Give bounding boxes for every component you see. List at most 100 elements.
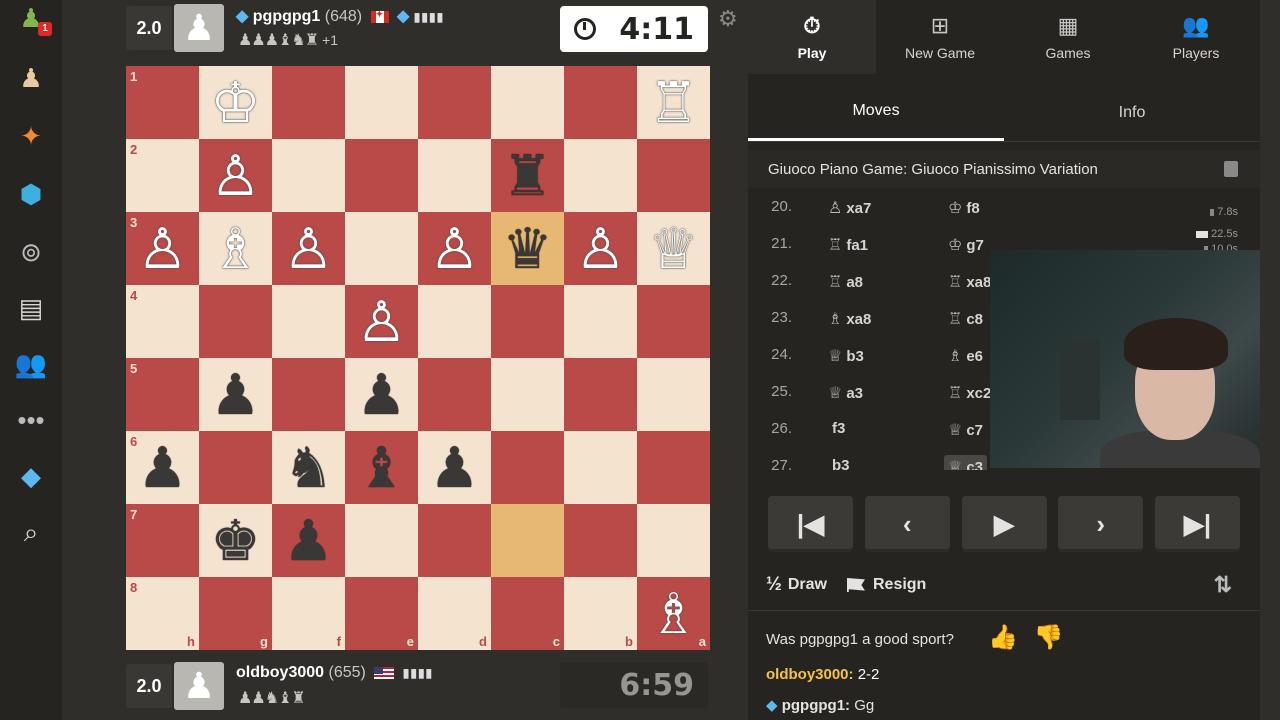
square-f3[interactable]: ♙: [272, 212, 345, 285]
square-g3[interactable]: ♗: [199, 212, 272, 285]
square-h4[interactable]: 4: [126, 285, 199, 358]
binoculars-icon[interactable]: ⊚: [13, 234, 49, 270]
square-e4[interactable]: ♙: [345, 285, 418, 358]
white-piece[interactable]: ♙: [575, 220, 625, 277]
lessons-cap-icon[interactable]: ⬢: [13, 176, 49, 212]
square-f6[interactable]: ♞: [272, 431, 345, 504]
hand-pawn-icon[interactable]: ♟: [13, 60, 49, 96]
square-a8[interactable]: a ♗: [637, 577, 710, 650]
square-g4[interactable]: [199, 285, 272, 358]
black-move[interactable]: ♔ f8: [948, 198, 980, 218]
previous-move-button[interactable]: ‹: [864, 496, 950, 552]
square-c5[interactable]: [491, 358, 564, 431]
more-icon[interactable]: •••: [13, 402, 49, 438]
square-b4[interactable]: [564, 285, 637, 358]
square-a1[interactable]: ♖: [637, 66, 710, 139]
square-g5[interactable]: ♟: [199, 358, 272, 431]
square-a3[interactable]: ♕: [637, 212, 710, 285]
player-name-bottom[interactable]: oldboy3000 (655) ▮▮▮▮: [236, 664, 433, 682]
square-b6[interactable]: [564, 431, 637, 504]
square-f8[interactable]: f: [272, 577, 345, 650]
black-piece[interactable]: ♟: [429, 439, 479, 496]
square-h1[interactable]: 1: [126, 66, 199, 139]
square-d3[interactable]: ♙: [418, 212, 491, 285]
square-h7[interactable]: 7: [126, 504, 199, 577]
square-c6[interactable]: [491, 431, 564, 504]
square-g2[interactable]: ♙: [199, 139, 272, 212]
square-b3[interactable]: ♙: [564, 212, 637, 285]
square-b7[interactable]: [564, 504, 637, 577]
nav-play[interactable]: ⏱ Play: [748, 0, 876, 74]
square-h8[interactable]: 8h: [126, 577, 199, 650]
white-piece[interactable]: ♙: [429, 220, 479, 277]
square-e7[interactable]: [345, 504, 418, 577]
square-e8[interactable]: e: [345, 577, 418, 650]
white-move[interactable]: ♖ a8: [828, 272, 863, 292]
square-f5[interactable]: [272, 358, 345, 431]
nav-games[interactable]: ▦ Games: [1004, 0, 1132, 74]
news-icon[interactable]: ▤: [13, 290, 49, 326]
tab-moves[interactable]: Moves: [748, 84, 1004, 141]
black-piece[interactable]: ♜: [502, 147, 552, 204]
tab-info[interactable]: Info: [1004, 84, 1260, 141]
play-button[interactable]: ▶: [961, 496, 1047, 552]
black-move[interactable]: ♖ xc2: [948, 383, 991, 403]
player-name-top[interactable]: ◆ pgpgpg1 (648) ◆ ▮▮▮▮: [236, 6, 444, 26]
square-d2[interactable]: [418, 139, 491, 212]
square-c3[interactable]: ♛: [491, 212, 564, 285]
black-move[interactable]: ♕ c7: [948, 420, 983, 440]
first-move-button[interactable]: |◀: [768, 496, 853, 552]
square-d4[interactable]: [418, 285, 491, 358]
square-e1[interactable]: [345, 66, 418, 139]
nav-new-game[interactable]: ⊞ New Game: [876, 0, 1004, 74]
square-d7[interactable]: [418, 504, 491, 577]
square-e5[interactable]: ♟: [345, 358, 418, 431]
square-f1[interactable]: [272, 66, 345, 139]
square-a7[interactable]: [637, 504, 710, 577]
square-g8[interactable]: g: [199, 577, 272, 650]
square-c4[interactable]: [491, 285, 564, 358]
square-c1[interactable]: [491, 66, 564, 139]
black-piece[interactable]: ♝: [356, 439, 406, 496]
puzzle-icon[interactable]: ✦: [13, 118, 49, 154]
next-move-button[interactable]: ›: [1058, 496, 1144, 552]
square-d6[interactable]: ♟: [418, 431, 491, 504]
black-piece[interactable]: ♚: [210, 512, 260, 569]
black-piece[interactable]: ♟: [137, 439, 187, 496]
pawn-logo-icon[interactable]: ♟ 1: [13, 0, 52, 36]
square-g6[interactable]: [199, 431, 272, 504]
square-a6[interactable]: [637, 431, 710, 504]
black-piece[interactable]: ♟: [283, 512, 333, 569]
square-a5[interactable]: [637, 358, 710, 431]
square-c8[interactable]: c: [491, 577, 564, 650]
white-piece[interactable]: ♕: [648, 220, 698, 277]
resign-button[interactable]: Resign: [846, 576, 926, 594]
square-h2[interactable]: 2: [126, 139, 199, 212]
square-g7[interactable]: ♚: [199, 504, 272, 577]
square-h5[interactable]: 5: [126, 358, 199, 431]
flip-board-icon[interactable]: ⇅: [1214, 572, 1232, 598]
black-piece[interactable]: ♟: [356, 366, 406, 423]
thumbs-up-icon[interactable]: 👍: [988, 624, 1018, 651]
square-b2[interactable]: [564, 139, 637, 212]
square-c2[interactable]: ♜: [491, 139, 564, 212]
square-e2[interactable]: [345, 139, 418, 212]
square-a2[interactable]: [637, 139, 710, 212]
thumbs-down-icon[interactable]: 👎: [1034, 624, 1064, 651]
avatar[interactable]: ♟: [174, 662, 224, 710]
square-c7[interactable]: [491, 504, 564, 577]
square-h3[interactable]: 3 ♙: [126, 212, 199, 285]
square-f2[interactable]: [272, 139, 345, 212]
square-b1[interactable]: [564, 66, 637, 139]
search-icon[interactable]: ⌕: [13, 514, 49, 550]
white-move[interactable]: b3: [828, 457, 850, 470]
avatar[interactable]: ♟: [174, 4, 224, 52]
social-icon[interactable]: 👥: [13, 346, 49, 382]
white-move[interactable]: ♕ a3: [828, 383, 863, 403]
white-move[interactable]: ♖ fa1: [828, 235, 868, 255]
black-move[interactable]: ♔ g7: [948, 235, 984, 255]
square-g1[interactable]: ♔: [199, 66, 272, 139]
nav-players[interactable]: 👥 Players: [1132, 0, 1260, 74]
chess-board[interactable]: 1 ♔ ♖ 2 ♙ ♜ 3 ♙ ♗ ♙ ♙ ♛ ♙ ♕ 4 ♙ 5 ♟ ♟ 6 ♟ ♞ ♝ ♟ 7 ♚ ♟ 8 h g f e d c b a ♗: [126, 66, 710, 650]
white-move[interactable]: ♙ xa7: [828, 198, 871, 218]
